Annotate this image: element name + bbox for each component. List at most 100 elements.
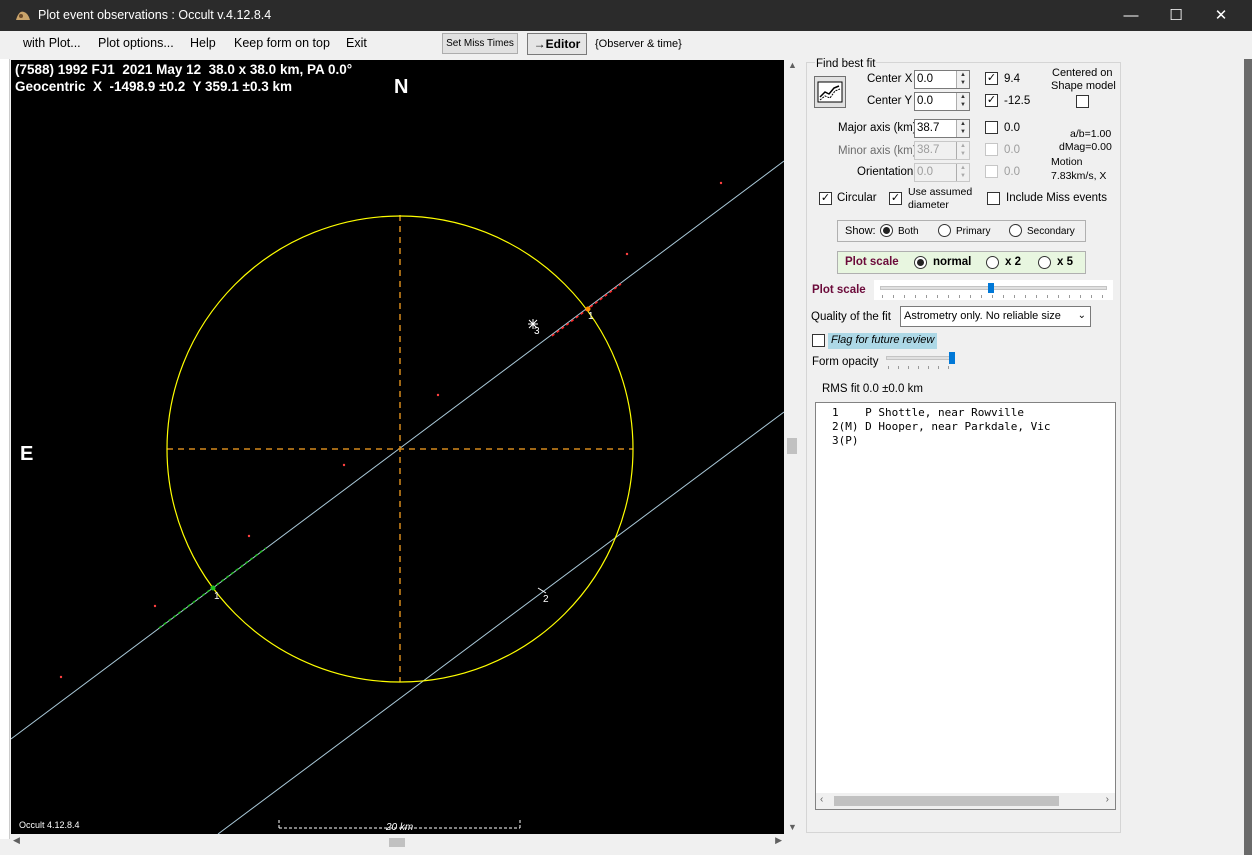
spinner-arrows-icon[interactable]: ▲ ▼ bbox=[956, 120, 969, 137]
maximize-button[interactable]: ☐ bbox=[1153, 0, 1199, 31]
minor-axis-input[interactable]: 38.7 ▲ ▼ bbox=[914, 141, 970, 160]
menu-exit[interactable]: Exit bbox=[346, 36, 367, 50]
chord-label-miss: 2 bbox=[543, 594, 549, 605]
set-miss-times-button[interactable]: Set Miss Times bbox=[442, 33, 518, 54]
major-axis-input[interactable]: 38.7 ▲ ▼ bbox=[914, 119, 970, 138]
include-miss-checkbox[interactable] bbox=[987, 192, 1000, 205]
minimize-button[interactable]: — bbox=[1108, 0, 1154, 31]
use-assumed-diameter-checkbox[interactable]: ✓ bbox=[889, 192, 902, 205]
editor-button[interactable]: →Editor bbox=[527, 33, 587, 55]
form-opacity-slider[interactable] bbox=[883, 350, 957, 370]
plot-scale-x5-radio[interactable] bbox=[1038, 256, 1051, 269]
spinner-arrows-icon[interactable]: ▲ ▼ bbox=[956, 142, 969, 159]
show-both-radio[interactable] bbox=[880, 224, 893, 237]
north-label: N bbox=[394, 76, 409, 98]
show-primary-label: Primary bbox=[956, 226, 991, 237]
rms-fit-label: RMS fit 0.0 ±0.0 km bbox=[822, 383, 923, 395]
app-icon bbox=[16, 11, 30, 20]
circular-checkbox[interactable]: ✓ bbox=[819, 192, 832, 205]
quality-label: Quality of the fit bbox=[811, 311, 891, 323]
plot-scale-slider-label: Plot scale bbox=[812, 284, 866, 296]
minor-axis-result: 0.0 bbox=[1004, 144, 1020, 156]
scroll-right-icon[interactable]: ▶ bbox=[775, 835, 782, 846]
occultation-plot: 1 3 1 2 bbox=[11, 160, 784, 834]
plot-scale-x5-label: x 5 bbox=[1057, 256, 1073, 268]
chord-path-2 bbox=[217, 411, 784, 834]
plot-scale-group-label: Plot scale bbox=[845, 256, 899, 268]
chord-path-1 bbox=[11, 160, 784, 740]
list-horizontal-scrollbar[interactable]: ‹ › bbox=[816, 793, 1115, 809]
plot-scale-x2-radio[interactable] bbox=[986, 256, 999, 269]
plot-scale-slider[interactable] bbox=[874, 280, 1113, 300]
spinner-arrows-icon[interactable]: ▲ ▼ bbox=[956, 71, 969, 88]
chart-icon bbox=[817, 81, 843, 103]
list-item[interactable]: 1 P Shottle, near Rowville bbox=[832, 406, 1024, 419]
menu-keep-on-top[interactable]: Keep form on top bbox=[234, 36, 330, 50]
scroll-thumb-h[interactable] bbox=[389, 838, 405, 847]
slider-thumb[interactable] bbox=[988, 283, 995, 293]
chord-label-red: 1 bbox=[588, 311, 594, 322]
major-axis-checkbox[interactable] bbox=[985, 121, 998, 134]
slider-thumb[interactable] bbox=[949, 352, 955, 364]
flag-review-checkbox[interactable] bbox=[812, 334, 825, 347]
scroll-left-icon[interactable]: ‹ bbox=[820, 794, 823, 805]
menu-help[interactable]: Help bbox=[190, 36, 216, 50]
minor-axis-checkbox[interactable] bbox=[985, 143, 998, 156]
plot-header-line1: (7588) 1992 FJ1 2021 May 12 38.0 x 38.0 … bbox=[15, 62, 353, 77]
centered-on-shape-checkbox[interactable] bbox=[1076, 95, 1089, 108]
close-button[interactable]: ✕ bbox=[1198, 0, 1244, 31]
orientation-input[interactable]: 0.0 ▲ ▼ bbox=[914, 163, 970, 182]
flag-review-highlight: Flag for future review bbox=[828, 333, 937, 349]
quality-select[interactable]: Astrometry only. No reliable size ⌄ bbox=[900, 306, 1091, 327]
spinner-arrows-icon[interactable]: ▲ ▼ bbox=[956, 93, 969, 110]
plot-version-label: Occult 4.12.8.4 bbox=[19, 820, 80, 830]
center-x-input[interactable]: 0.0 ▲ ▼ bbox=[914, 70, 970, 89]
scroll-thumb[interactable] bbox=[834, 796, 1059, 806]
flag-review-label: Flag for future review bbox=[831, 334, 935, 346]
include-miss-label: Include Miss events bbox=[1006, 192, 1107, 204]
observers-list[interactable]: 1 P Shottle, near Rowville 2(M) D Hooper… bbox=[815, 402, 1116, 810]
center-y-label: Center Y bbox=[867, 95, 913, 107]
list-item[interactable]: 3(P) bbox=[832, 434, 859, 447]
scroll-thumb[interactable] bbox=[787, 438, 797, 454]
plot-area[interactable]: 1 3 1 2 (7588) 1992 FJ1 2021 May 12 38.0… bbox=[11, 60, 784, 834]
plot-scale-normal-label: normal bbox=[933, 256, 972, 268]
find-best-fit-button[interactable] bbox=[814, 76, 846, 108]
menu-plot-options[interactable]: Plot options... bbox=[98, 36, 174, 50]
center-y-checkbox[interactable]: ✓ bbox=[985, 94, 998, 107]
scroll-left-icon[interactable]: ◀ bbox=[13, 835, 20, 846]
orientation-checkbox[interactable] bbox=[985, 165, 998, 178]
scroll-down-icon[interactable]: ▼ bbox=[788, 822, 797, 832]
center-x-checkbox[interactable]: ✓ bbox=[985, 72, 998, 85]
find-best-fit-label: Find best fit bbox=[815, 58, 877, 70]
plot-vertical-scrollbar[interactable]: ▲ ▼ bbox=[785, 60, 800, 834]
use-assumed-label-1: Use assumed bbox=[908, 186, 973, 198]
major-axis-result: 0.0 bbox=[1004, 122, 1020, 134]
plot-horizontal-scrollbar[interactable]: ◀ ▶ bbox=[11, 835, 784, 850]
center-y-input[interactable]: 0.0 ▲ ▼ bbox=[914, 92, 970, 111]
menu-with-plot[interactable]: with Plot... bbox=[23, 36, 81, 50]
center-x-result: 9.4 bbox=[1004, 73, 1020, 85]
show-primary-radio[interactable] bbox=[938, 224, 951, 237]
orientation-result: 0.0 bbox=[1004, 166, 1020, 178]
dmag-value: dMag=0.00 bbox=[1059, 141, 1112, 153]
centered-on-label-2: Shape model bbox=[1051, 80, 1116, 92]
major-axis-label: Major axis (km) bbox=[838, 122, 917, 134]
ab-ratio: a/b=1.00 bbox=[1070, 128, 1112, 140]
spinner-arrows-icon[interactable]: ▲ ▼ bbox=[956, 164, 969, 181]
motion-value: 7.83km/s, X bbox=[1051, 170, 1107, 182]
background-window-edge bbox=[1244, 59, 1252, 855]
east-label: E bbox=[20, 443, 34, 465]
plot-scale-normal-radio[interactable] bbox=[914, 256, 927, 269]
chord-point-green bbox=[210, 585, 216, 591]
show-secondary-radio[interactable] bbox=[1009, 224, 1022, 237]
observer-time-menu[interactable]: {Observer & time} bbox=[595, 38, 682, 50]
plot-header-line2: Geocentric X -1498.9 ±0.2 Y 359.1 ±0.3 k… bbox=[15, 79, 292, 94]
chord-label-green: 1 bbox=[214, 591, 220, 602]
list-item[interactable]: 2(M) D Hooper, near Parkdale, Vic bbox=[832, 420, 1051, 433]
chevron-down-icon[interactable]: ⌄ bbox=[1078, 310, 1086, 321]
scroll-up-icon[interactable]: ▲ bbox=[788, 60, 797, 70]
orientation-label: Orientation bbox=[857, 166, 914, 178]
scroll-right-icon[interactable]: › bbox=[1106, 794, 1109, 805]
background-window-edge bbox=[0, 59, 10, 839]
